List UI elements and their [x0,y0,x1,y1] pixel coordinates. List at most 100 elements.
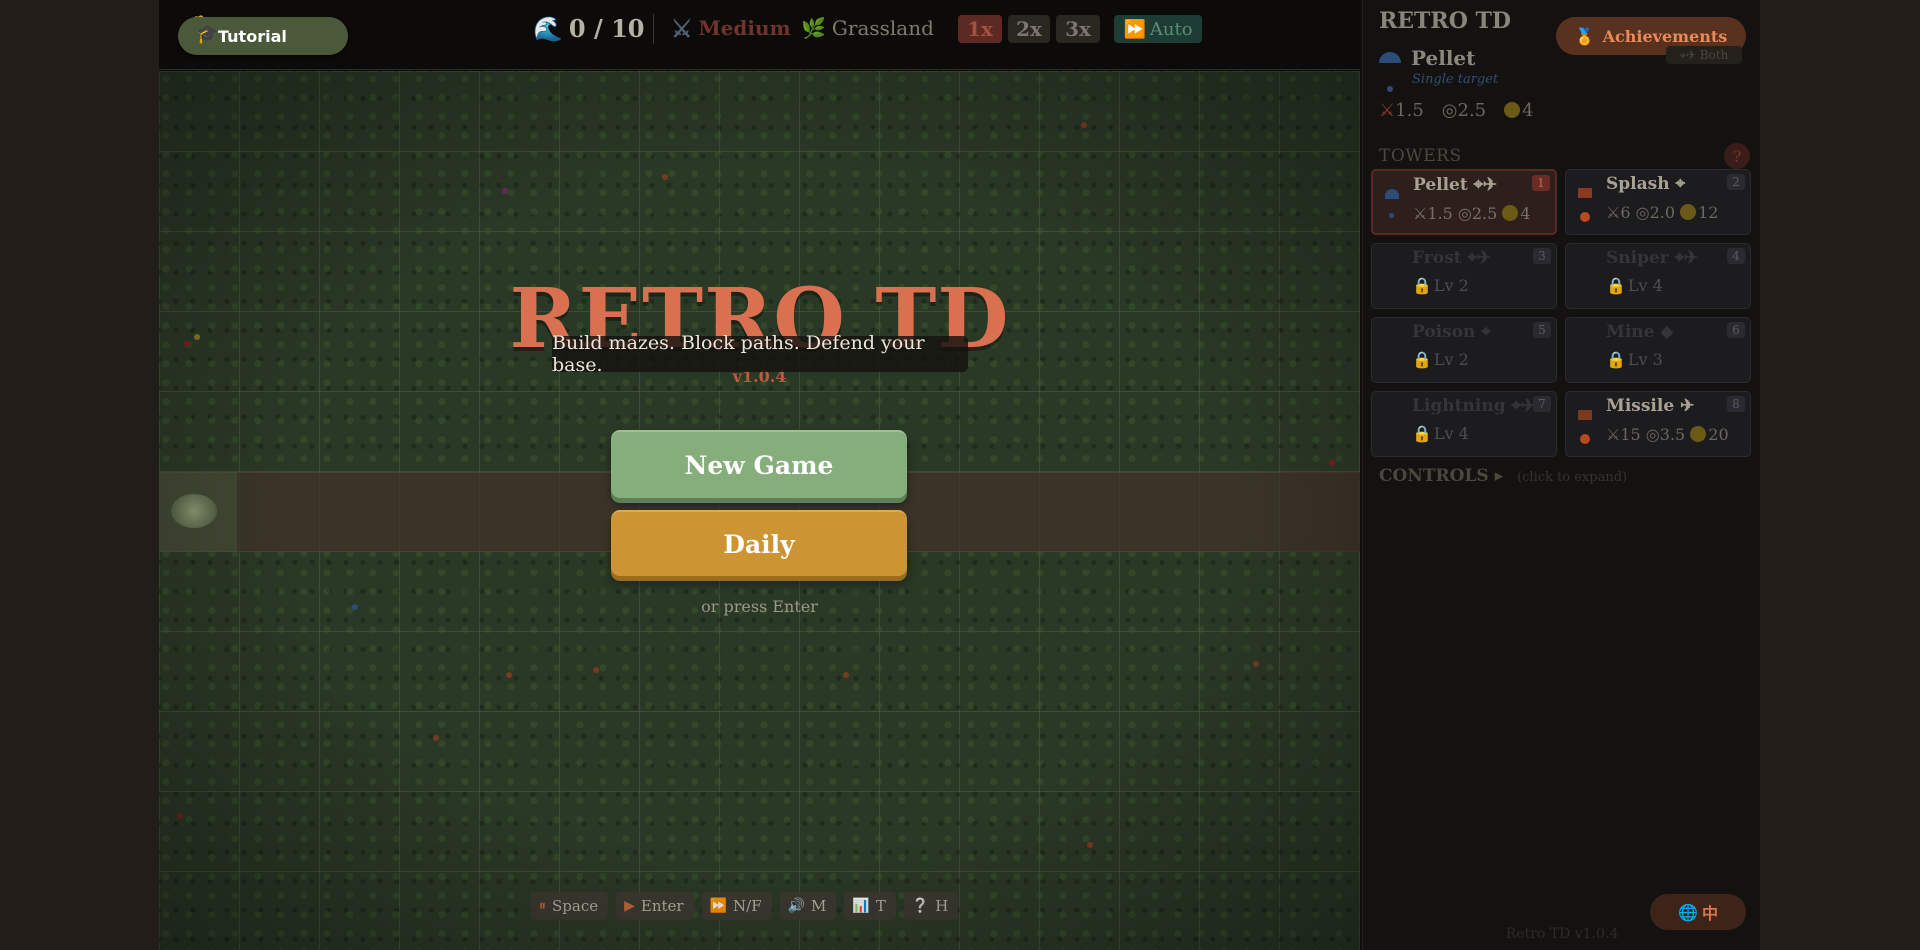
hotkey-badge: 1 [1532,175,1550,191]
shortcut-key: Enter [640,897,684,915]
speed-1x-button[interactable]: 1x [958,15,1002,43]
tower-card-splash[interactable]: Splash ⌖ 2 ⚔6 ◎2.0 12 [1565,169,1751,235]
selected-tower-stats: ⚔1.5 ◎2.5 4 [1379,100,1534,121]
spawn-point [159,472,237,552]
flower-decoration [1329,460,1335,466]
wave-value: 0 / 10 [568,13,645,43]
tower-stats: ⚔1.5 ◎2.5 4 [1413,204,1531,223]
cost-value: 4 [1522,100,1534,121]
flower-decoration [662,174,668,180]
mine-tower-icon [1578,336,1596,370]
tower-name: Frost ⌖✈ [1412,248,1491,268]
tower-card-missile[interactable]: Missile ✈ 8 ⚔15 ◎3.5 20 [1565,391,1751,457]
unlock-requirement: 🔒 Lv 4 [1412,424,1469,443]
tower-card-pellet[interactable]: Pellet ⌖✈ 1 ⚔1.5 ◎2.5 4 [1371,169,1557,235]
language-button[interactable]: 🌐 中 [1650,894,1746,930]
unlock-level: Lv 4 [1433,424,1469,443]
tower-card-sniper[interactable]: Sniper ⌖✈ 4 🔒 Lv 4 [1565,243,1751,309]
help-button[interactable]: ? [1724,143,1750,169]
footer-version: Retro TD v1.0.4 [1505,926,1619,942]
new-game-button[interactable]: New Game [611,430,907,498]
tower-card-mine[interactable]: Mine ◆ 6 🔒 Lv 3 [1565,317,1751,383]
sniper-tower-icon [1578,262,1596,296]
play-icon: ▶ [624,898,635,914]
pellet-tower-icon [1379,52,1401,92]
shortcut-key: M [811,897,827,915]
sidebar: RETRO TD 🏅 Achievements Pellet Single ta… [1362,0,1760,950]
unlock-level: Lv 4 [1627,276,1663,295]
hotkey-badge: 8 [1727,396,1745,412]
sword-icon: ⚔ [1379,100,1396,121]
tower-card-lightning[interactable]: Lightning ⌖✈ 7 🔒 Lv 4 [1371,391,1557,457]
poison-tower-icon [1384,336,1402,370]
sidebar-title: RETRO TD [1379,8,1511,34]
cost-stat: 4 [1504,100,1534,121]
stats-shortcut[interactable]: 📊 T [844,892,896,920]
mute-shortcut[interactable]: 🔊 M [779,892,837,920]
unlock-level: Lv 2 [1433,350,1469,369]
controls-toggle[interactable]: CONTROLS ▸ (click to expand) [1379,466,1627,486]
targeting-label: Both [1699,48,1729,62]
speaker-icon: 🔊 [787,898,806,914]
base-tile [1281,472,1360,552]
tagline: Build mazes. Block paths. Defend your ba… [552,332,968,376]
daily-button[interactable]: Daily [611,510,907,576]
difficulty-indicator: ⚔ Medium [671,12,791,44]
hud-divider [653,14,654,44]
tower-name: Poison ⌖ [1412,322,1491,342]
tower-name: Splash ⌖ [1606,174,1686,194]
graduation-cap-icon: 🎓 [196,24,219,45]
sword-icon: ⚔ [1606,203,1621,222]
start-wave-shortcut[interactable]: ▶ Enter [616,892,694,920]
unlock-requirement: 🔒 Lv 2 [1412,276,1469,295]
selected-tower-description: Single target [1412,72,1499,87]
frost-tower-icon [1384,262,1402,296]
range-icon: ◎ [1645,425,1660,444]
biome-indicator: 🌿 Grassland [801,12,934,44]
lightning-tower-icon [1384,410,1402,444]
shortcut-key: H [935,897,949,915]
flower-decoration [177,813,183,819]
flower-decoration [843,672,849,678]
damage-value: 1.5 [1395,100,1424,121]
unlock-requirement: 🔒 Lv 4 [1606,276,1663,295]
controls-label: CONTROLS ▸ [1379,466,1504,486]
selected-tower-name: Pellet [1411,46,1476,70]
unlock-requirement: 🔒 Lv 2 [1412,350,1469,369]
flower-decoration [433,735,439,741]
tower-card-poison[interactable]: Poison ⌖ 5 🔒 Lv 2 [1371,317,1557,383]
globe-icon: 🌐 [1678,902,1698,922]
pause-shortcut[interactable]: ⏸ Space [531,892,609,920]
tower-stats: ⚔15 ◎3.5 20 [1606,425,1729,444]
damage-stat: ⚔1.5 [1379,100,1424,121]
hotkey-badge: 4 [1727,248,1745,264]
tower-name: Mine ◆ [1606,322,1674,342]
fast-forward-shortcut[interactable]: ⏩ N/F [701,892,772,920]
speed-3x-button[interactable]: 3x [1056,15,1100,43]
splash-tower-icon [1578,188,1596,222]
auto-wave-button[interactable]: ⏩ Auto [1114,15,1202,43]
coin-icon [1502,205,1519,221]
tower-card-frost[interactable]: Frost ⌖✈ 3 🔒 Lv 2 [1371,243,1557,309]
coin-icon [1504,102,1521,118]
targeting-badge: ⌖✈ Both [1666,46,1742,64]
flower-decoration [1081,122,1087,128]
tower-name: Sniper ⌖✈ [1606,248,1698,268]
flower-decoration [506,672,512,678]
flower-decoration [502,188,508,194]
crossed-swords-icon: ⚔ [671,13,693,43]
range-stat: ◎2.5 [1442,100,1486,121]
hotkey-badge: 6 [1727,322,1745,338]
question-icon: ❔ [911,898,930,914]
tower-stats: ⚔6 ◎2.0 12 [1606,203,1719,222]
tutorial-label: Tutorial [218,26,287,46]
shortcut-key: N/F [733,897,762,915]
medal-icon: 🏅 [1574,26,1595,46]
tutorial-button[interactable]: 🎓 Tutorial [178,17,348,55]
speed-2x-button[interactable]: 2x [1008,15,1050,43]
help-shortcut[interactable]: ❔ H [903,892,959,920]
game-map[interactable]: RETRO TD v1.0.4 Build mazes. Block paths… [159,71,1360,950]
hotkey-badge: 3 [1533,248,1551,264]
bar-chart-icon: 📊 [852,898,870,914]
range-value: 2.5 [1457,100,1487,121]
